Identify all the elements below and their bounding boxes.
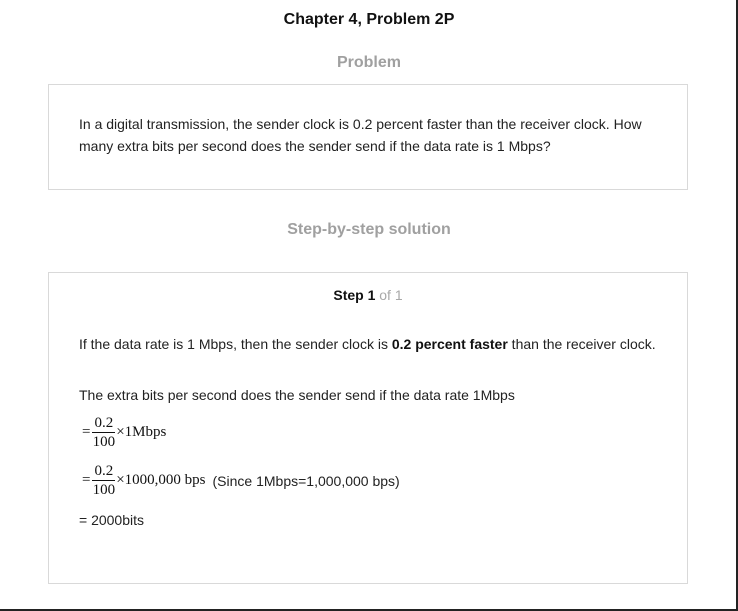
solution-result: = 2000bits	[79, 512, 144, 528]
equation-2: = 0.2 100 ×1000,000 bps (Since 1Mbps=1,0…	[82, 462, 400, 499]
equation-1-tail: ×1Mbps	[116, 424, 167, 440]
step-total: of 1	[375, 287, 403, 303]
step-number: Step 1	[333, 287, 376, 303]
equation-1-denominator: 100	[92, 434, 116, 450]
problem-card: In a digital transmission, the sender cl…	[48, 84, 688, 190]
chapter-title: Chapter 4, Problem 2P	[283, 11, 455, 28]
problem-heading: Problem	[336, 54, 401, 71]
equation-1-fraction: 0.2 100	[92, 414, 116, 451]
equation-2-denominator: 100	[92, 482, 116, 498]
equation-2-note: (Since 1Mbps=1,000,000 bps)	[212, 472, 400, 489]
paragraph-1-text-before: If the data rate is 1 Mbps, then the sen…	[79, 336, 392, 352]
problem-text: In a digital transmission, the sender cl…	[79, 116, 642, 154]
paragraph-1-bold: 0.2 percent faster	[391, 336, 508, 352]
solution-paragraph-2: The extra bits per second does the sende…	[79, 387, 515, 403]
solution-heading: Step-by-step solution	[287, 221, 451, 238]
equation-2-tail: ×1000,000 bps	[116, 472, 206, 488]
equation-2-numerator: 0.2	[92, 463, 116, 481]
equation-2-fraction: 0.2 100	[92, 462, 116, 499]
solution-card: Step 1 of 1 If the data rate is 1 Mbps, …	[48, 272, 688, 584]
equation-1-equals: =	[82, 424, 91, 440]
solution-paragraph-1: If the data rate is 1 Mbps, then the sen…	[79, 333, 669, 355]
equation-2-equals: =	[82, 472, 91, 488]
equation-1-numerator: 0.2	[92, 415, 116, 433]
equation-1: = 0.2 100 ×1Mbps	[82, 414, 166, 451]
step-indicator: Step 1 of 1	[49, 287, 687, 303]
paragraph-1-text-after: than the receiver clock.	[507, 336, 656, 352]
